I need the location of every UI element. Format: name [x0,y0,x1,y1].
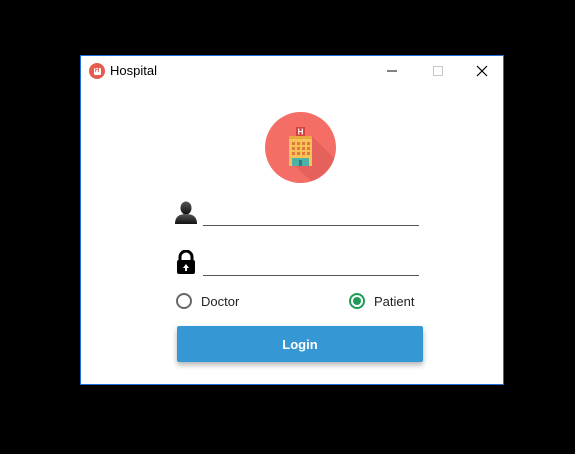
username-input[interactable] [203,198,419,226]
title-bar: H Hospital [81,56,503,86]
window-title: Hospital [110,63,157,78]
minimize-icon [387,70,397,72]
maximize-icon [433,66,443,76]
lock-icon [177,250,195,274]
username-field-row [175,198,419,226]
login-button[interactable]: Login [177,326,423,362]
patient-radio-label[interactable]: Patient [374,294,414,309]
hospital-building-icon: H [289,127,336,183]
close-icon [476,65,488,77]
doctor-radio-circle[interactable] [176,293,192,309]
password-field-row [175,248,419,276]
doctor-radio-label[interactable]: Doctor [201,294,239,309]
hospital-logo: H [265,112,336,183]
login-window: H Hospital H Doctor Patient Login [80,55,504,385]
password-input[interactable] [203,248,419,276]
doctor-radio[interactable]: Doctor [176,291,239,311]
close-button[interactable] [459,56,505,86]
patient-radio-dot [353,297,361,305]
svg-text:H: H [298,128,304,137]
patient-radio[interactable]: Patient [349,291,414,311]
patient-radio-circle[interactable] [349,293,365,309]
user-icon [175,201,197,224]
hospital-app-icon: H [89,63,105,79]
maximize-button[interactable] [415,56,461,86]
minimize-button[interactable] [369,56,415,86]
